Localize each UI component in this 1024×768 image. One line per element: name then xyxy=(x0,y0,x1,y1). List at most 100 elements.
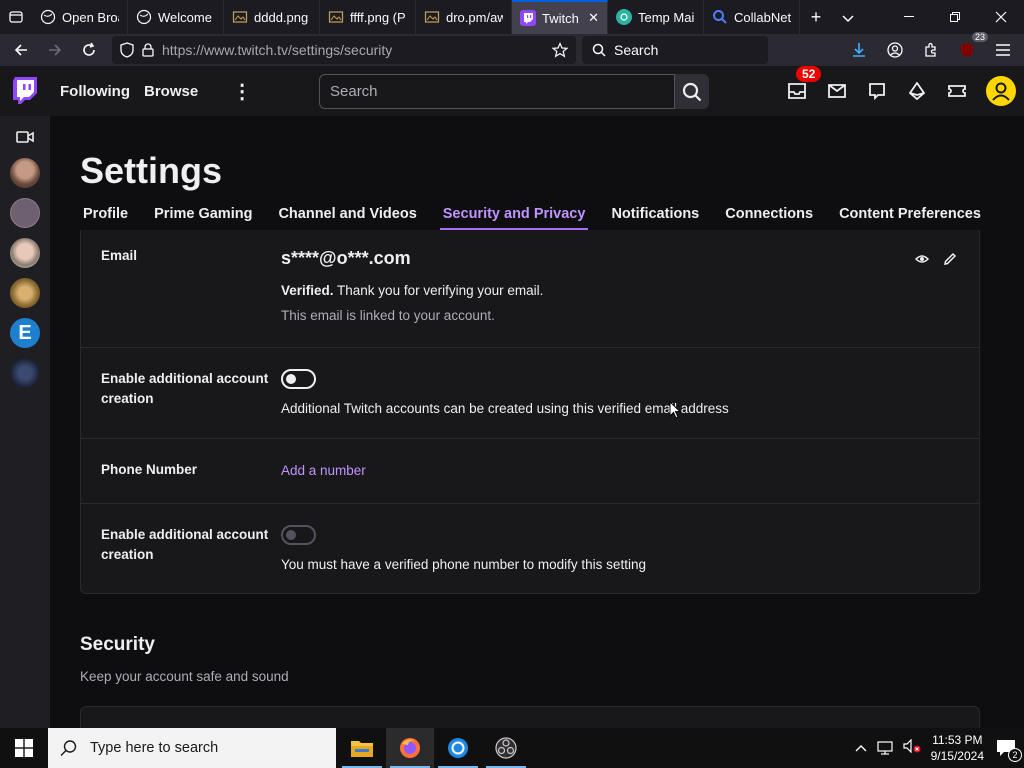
download-icon xyxy=(853,43,865,57)
url-bar[interactable]: https://www.twitch.tv/settings/security xyxy=(112,36,576,64)
tab-notifications[interactable]: Notifications xyxy=(608,206,702,228)
channel-avatar[interactable]: E xyxy=(10,318,40,348)
speaker-muted-icon xyxy=(903,738,921,753)
tab-title: dro.pm/aw xyxy=(446,9,503,25)
tab-overflow-button[interactable] xyxy=(832,7,864,28)
back-button[interactable] xyxy=(6,36,36,64)
email-verified-text: Verified. Thank you for verifying your e… xyxy=(281,283,543,298)
phone-additional-desc: You must have a verified phone number to… xyxy=(281,557,646,572)
hamburger-icon xyxy=(996,44,1010,56)
browser-tab[interactable]: dro.pm/aw xyxy=(416,0,512,34)
phone-additional-account-row: Enable additional account creation You m… xyxy=(81,504,979,594)
start-button[interactable] xyxy=(0,728,48,768)
tab-profile[interactable]: Profile xyxy=(80,206,131,228)
app-menu-button[interactable] xyxy=(988,36,1018,64)
browser-tab[interactable]: dddd.png xyxy=(224,0,320,34)
user-menu-avatar[interactable] xyxy=(986,76,1016,106)
globe-icon xyxy=(136,9,152,25)
tab-title: dddd.png xyxy=(254,9,309,25)
channel-avatar[interactable] xyxy=(10,238,40,268)
tab-title: CollabNet xyxy=(734,9,791,25)
browse-link[interactable]: Browse xyxy=(144,83,198,100)
close-window-button[interactable] xyxy=(978,0,1024,34)
twitch-search-input[interactable]: Search xyxy=(319,74,675,109)
eye-icon[interactable] xyxy=(915,252,929,266)
browser-tab-active[interactable]: Twitch ✕ xyxy=(512,0,608,34)
browser-tab[interactable]: Welcome xyxy=(128,0,224,34)
chrome-icon xyxy=(448,738,468,758)
browser-tab[interactable]: ffff.png (P xyxy=(320,0,416,34)
restore-button[interactable] xyxy=(932,0,978,34)
tab-title: Temp Mail xyxy=(638,9,695,25)
security-settings-card xyxy=(80,706,980,728)
chat-bubble-icon xyxy=(869,83,885,100)
tab-content-preferences[interactable]: Content Preferences xyxy=(836,206,984,228)
extensions-button[interactable] xyxy=(916,36,946,64)
channel-avatar[interactable] xyxy=(10,158,40,188)
phone-additional-account-toggle[interactable] xyxy=(281,525,316,545)
collapse-sidebar-button[interactable] xyxy=(16,126,34,148)
whispers-button[interactable] xyxy=(866,80,888,102)
email-row: Email s****@o***.com Verified. Thank you… xyxy=(81,230,979,348)
channel-avatar[interactable] xyxy=(10,198,40,228)
obs-taskbar-button[interactable] xyxy=(482,728,530,768)
more-options-icon[interactable]: ⋮ xyxy=(232,79,252,104)
channel-avatar[interactable] xyxy=(10,358,40,388)
followed-channels-sidebar: E xyxy=(0,116,50,728)
edit-pencil-icon[interactable] xyxy=(943,252,957,266)
firefox-taskbar-button[interactable] xyxy=(386,728,434,768)
following-link[interactable]: Following xyxy=(60,83,130,100)
chevron-up-icon[interactable] xyxy=(855,744,867,752)
tab-security-and-privacy[interactable]: Security and Privacy xyxy=(439,206,589,230)
action-center-button[interactable]: 2 xyxy=(994,736,1022,762)
chrome-taskbar-button[interactable] xyxy=(434,728,482,768)
new-tab-button[interactable]: + xyxy=(800,7,832,28)
browser-tab-strip: Open Broa Welcome dddd.png ffff.png (P d… xyxy=(0,0,1024,34)
volume-button[interactable] xyxy=(903,738,921,758)
account-button[interactable] xyxy=(880,36,910,64)
tab-channel-and-videos[interactable]: Channel and Videos xyxy=(275,206,419,228)
close-icon[interactable]: ✕ xyxy=(588,10,599,26)
minimize-button[interactable] xyxy=(886,0,932,34)
browser-tab[interactable]: CollabNet xyxy=(704,0,800,34)
system-tray: 11:53 PM 9/15/2024 2 xyxy=(855,732,1024,764)
puzzle-icon xyxy=(925,42,936,57)
forward-button[interactable] xyxy=(40,36,70,64)
channel-avatar[interactable] xyxy=(10,278,40,308)
whispers-inbox-button[interactable] xyxy=(826,80,848,102)
add-phone-number-link[interactable]: Add a number xyxy=(281,463,366,478)
arrow-left-icon xyxy=(14,44,27,56)
tab-list-button[interactable] xyxy=(0,0,32,34)
downloads-button[interactable] xyxy=(844,36,874,64)
ublock-extension-button[interactable]: 23 xyxy=(952,32,988,64)
mail-icon xyxy=(828,84,846,98)
network-icon[interactable] xyxy=(877,741,893,755)
search-icon xyxy=(682,82,702,101)
browser-tab[interactable]: Temp Mail xyxy=(608,0,704,34)
bits-gem-icon xyxy=(909,82,925,100)
bits-button[interactable] xyxy=(906,80,928,102)
tab-prime-gaming[interactable]: Prime Gaming xyxy=(151,206,255,228)
prime-loot-button[interactable] xyxy=(946,80,968,102)
shield-icon xyxy=(120,42,134,58)
reload-button[interactable] xyxy=(74,36,104,64)
browser-tab[interactable]: Open Broa xyxy=(32,0,128,34)
tab-connections[interactable]: Connections xyxy=(722,206,816,228)
email-additional-account-row: Enable additional account creation Addit… xyxy=(81,348,979,439)
firefox-icon xyxy=(400,738,420,758)
twitch-search-button[interactable] xyxy=(675,74,709,109)
email-additional-account-toggle[interactable] xyxy=(281,369,316,389)
search-icon xyxy=(712,9,728,25)
taskbar-clock[interactable]: 11:53 PM 9/15/2024 xyxy=(931,732,984,764)
file-explorer-taskbar-button[interactable] xyxy=(338,728,386,768)
obs-icon xyxy=(495,737,517,759)
taskbar-search-box[interactable]: Type here to search xyxy=(48,728,336,768)
twitch-logo[interactable] xyxy=(0,77,50,105)
bookmark-star-icon[interactable] xyxy=(552,42,568,58)
notifications-button[interactable]: 52 xyxy=(786,66,822,102)
phone-additional-label: Enable additional account creation xyxy=(101,527,269,562)
twitch-top-nav: Following Browse ⋮ Search 52 xyxy=(0,66,1024,116)
clock-time: 11:53 PM xyxy=(932,733,983,747)
browser-search-bar[interactable]: Search xyxy=(582,36,768,64)
tab-title: Twitch xyxy=(542,10,579,26)
